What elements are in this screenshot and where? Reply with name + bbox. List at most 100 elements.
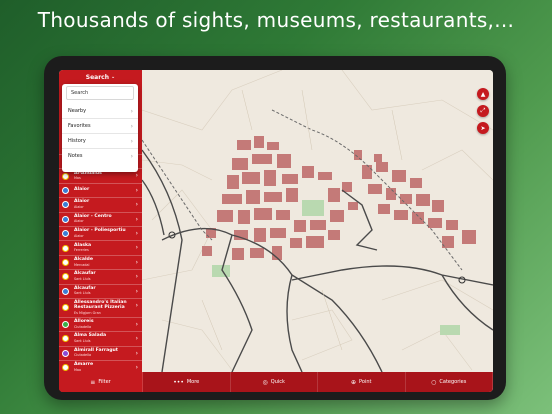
item-name: Alaior bbox=[74, 186, 90, 192]
list-item[interactable]: Alaior - Centro Alaior › bbox=[59, 211, 142, 226]
bus-stop-icon bbox=[62, 230, 69, 238]
list-item[interactable]: Alaior › bbox=[59, 182, 142, 197]
chevron-right-icon: › bbox=[135, 301, 138, 309]
chevron-right-icon: › bbox=[135, 349, 138, 357]
item-location: Sant Lluís bbox=[74, 339, 91, 344]
item-location: Alaior bbox=[74, 233, 84, 238]
list-item[interactable]: Alloreis Ciutadella › bbox=[59, 316, 142, 331]
chevron-right-icon: › bbox=[135, 335, 138, 343]
search-menu: Search Nearby › Favorites › History › Notes… bbox=[62, 84, 138, 172]
chevron-right-icon: › bbox=[135, 364, 138, 372]
restaurant-icon bbox=[62, 258, 69, 266]
item-location: Alaior bbox=[74, 204, 84, 209]
compass-icon[interactable]: ▲ bbox=[477, 88, 489, 100]
restaurant-icon bbox=[62, 273, 69, 281]
search-input[interactable]: Search bbox=[66, 86, 134, 100]
menu-item-label: Favorites bbox=[68, 123, 91, 129]
search-input-label: Search bbox=[71, 90, 89, 96]
search-header[interactable]: Search ⌄ bbox=[59, 70, 142, 84]
list-item[interactable]: Alaior - Poliesportiu Alaior › bbox=[59, 225, 142, 240]
chevron-right-icon: › bbox=[130, 107, 133, 115]
filter-label: Filter bbox=[98, 379, 111, 385]
beach-icon bbox=[62, 287, 69, 295]
item-location: Mas bbox=[74, 176, 81, 181]
item-location: Alaior bbox=[74, 219, 84, 224]
hotel-icon bbox=[62, 349, 69, 357]
categories-icon: ○ bbox=[431, 378, 437, 386]
list-item[interactable]: Alcaufar Sant Lluís › bbox=[59, 283, 142, 298]
point-button[interactable]: ⊕ Point bbox=[318, 372, 406, 392]
more-label: More bbox=[186, 379, 200, 385]
list-item[interactable]: Alcaufar Sant Lluís › bbox=[59, 269, 142, 283]
town-icon bbox=[62, 186, 69, 194]
bus-stop-icon bbox=[62, 201, 69, 209]
chevron-right-icon: › bbox=[130, 137, 133, 145]
list-item[interactable]: Alaior Alaior › bbox=[59, 197, 142, 211]
item-location: Mercadal bbox=[74, 262, 90, 267]
item-name: Alcalde bbox=[74, 256, 93, 262]
chevron-right-icon: › bbox=[130, 122, 133, 130]
chevron-right-icon: › bbox=[135, 229, 138, 237]
quick-label: Quick bbox=[270, 379, 285, 385]
item-location: Ferreries bbox=[74, 248, 89, 253]
headline: Thousands of sights, museums, restaurant… bbox=[37, 8, 515, 32]
menu-item-favorites[interactable]: Favorites › bbox=[62, 119, 138, 134]
item-location: Ciutadella bbox=[74, 353, 92, 358]
map-view[interactable]: ▲ ⤢ ➤ bbox=[142, 70, 493, 372]
categories-label: Categories bbox=[439, 379, 467, 385]
chevron-right-icon: › bbox=[135, 287, 138, 295]
item-location: Es Migjorn Gran bbox=[74, 310, 101, 315]
menu-item-history[interactable]: History › bbox=[62, 134, 138, 149]
more-icon: ••• bbox=[173, 378, 184, 386]
point-label: Point bbox=[359, 379, 372, 385]
filter-icon: ≡ bbox=[90, 378, 96, 386]
restaurant-icon bbox=[62, 244, 69, 252]
chevron-right-icon: › bbox=[135, 172, 138, 180]
search-header-title: Search bbox=[85, 73, 110, 81]
shop-icon bbox=[62, 321, 69, 329]
bottom-toolbar: ≡ Filter ••• More ◎ Quick ⊕ Point ○ Cate… bbox=[59, 372, 493, 392]
list-item[interactable]: Alaska Ferreries › bbox=[59, 240, 142, 254]
restaurant-icon bbox=[62, 335, 69, 343]
tablet-frame: ▲ ⤢ ➤ Search ⌄ AkelarreMas › Al-ÁndalusM… bbox=[44, 56, 506, 400]
chevron-right-icon: › bbox=[135, 320, 138, 328]
menu-item-label: Notes bbox=[68, 153, 83, 159]
chevron-down-icon: ⌄ bbox=[111, 74, 116, 80]
chevron-right-icon: › bbox=[130, 152, 133, 160]
item-location: Sant Lluís bbox=[74, 291, 91, 296]
restaurant-icon bbox=[62, 172, 69, 180]
bus-stop-icon bbox=[62, 215, 69, 223]
list-item[interactable]: Almirall Farragut Ciutadella › bbox=[59, 345, 142, 360]
chevron-right-icon: › bbox=[135, 273, 138, 281]
chevron-right-icon: › bbox=[135, 258, 138, 266]
menu-item-notes[interactable]: Notes › bbox=[62, 149, 138, 163]
expand-icon[interactable]: ⤢ bbox=[477, 105, 489, 117]
map-controls: ▲ ⤢ ➤ bbox=[477, 88, 489, 134]
app-screen: ▲ ⤢ ➤ Search ⌄ AkelarreMas › Al-ÁndalusM… bbox=[59, 70, 493, 392]
quick-button[interactable]: ◎ Quick bbox=[231, 372, 318, 392]
eye-icon: ◎ bbox=[262, 378, 268, 386]
categories-button[interactable]: ○ Categories bbox=[406, 372, 493, 392]
map-canvas[interactable] bbox=[142, 70, 493, 372]
menu-item-label: Nearby bbox=[68, 108, 87, 114]
list-item[interactable]: Alcalde Mercadal › bbox=[59, 254, 142, 269]
menu-item-label: History bbox=[68, 138, 86, 144]
item-location: Sant Lluís bbox=[74, 276, 91, 281]
menu-item-nearby[interactable]: Nearby › bbox=[62, 104, 138, 119]
list-item[interactable]: Allessandro's Italian Restaurant Pizzeri… bbox=[59, 297, 142, 317]
sidebar: Search ⌄ AkelarreMas › Al-ÁndalusMas › A… bbox=[59, 70, 142, 392]
filter-button[interactable]: ≡ Filter bbox=[59, 372, 143, 392]
chevron-right-icon: › bbox=[135, 201, 138, 209]
chevron-right-icon: › bbox=[135, 244, 138, 252]
add-point-icon: ⊕ bbox=[351, 378, 357, 386]
result-list: AkelarreMas › Al-ÁndalusMas › Alaior › A… bbox=[59, 154, 142, 374]
chevron-right-icon: › bbox=[135, 186, 138, 194]
list-item[interactable]: Alma Salada Sant Lluís › bbox=[59, 331, 142, 345]
restaurant-icon bbox=[62, 364, 69, 372]
item-location: Ciutadella bbox=[74, 324, 92, 329]
locate-icon[interactable]: ➤ bbox=[477, 122, 489, 134]
chevron-right-icon: › bbox=[135, 215, 138, 223]
more-button[interactable]: ••• More bbox=[143, 372, 231, 392]
restaurant-icon bbox=[62, 304, 69, 312]
item-name: Alloreis bbox=[74, 319, 94, 325]
